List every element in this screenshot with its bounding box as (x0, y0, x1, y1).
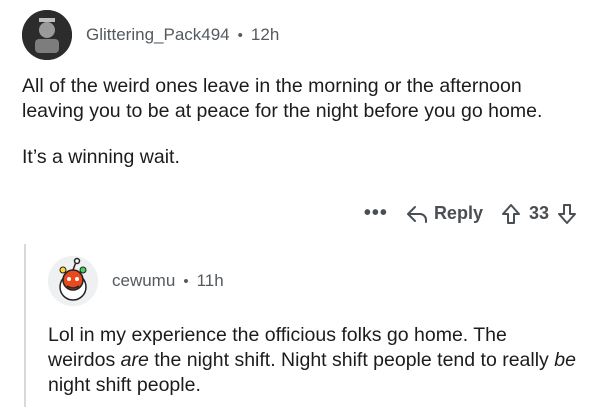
reply-emphasis: are (120, 349, 149, 371)
reply-button[interactable]: Reply (406, 203, 483, 224)
comment-paragraph: All of the weird ones leave in the morni… (22, 75, 543, 122)
separator-dot: • (183, 272, 189, 290)
reply-arrow-icon (406, 205, 427, 223)
separator-dot: • (237, 26, 243, 44)
username[interactable]: Glittering_Pack494 (86, 25, 230, 45)
downvote-arrow-icon[interactable] (557, 203, 577, 225)
reply-text: night shift people. (48, 374, 201, 396)
reply-emphasis: be (554, 349, 576, 371)
reply-label: Reply (433, 203, 483, 223)
avatar[interactable] (22, 10, 72, 60)
timestamp: 11h (196, 271, 224, 290)
comment-paragraph: It’s a winning wait. (22, 146, 180, 168)
reply-paragraph: Lol in my experience the officious folks… (48, 323, 578, 398)
avatar[interactable] (48, 256, 98, 306)
upvote-arrow-icon[interactable] (501, 203, 521, 225)
user-avatar-image-icon (22, 10, 72, 60)
reply-meta: cewumu • 11h (112, 271, 224, 291)
comment-meta: Glittering_Pack494 • 12h (86, 25, 279, 45)
username[interactable]: cewumu (112, 271, 175, 291)
snoo-avatar-icon (48, 256, 98, 306)
comment-body: All of the weird ones leave in the morni… (22, 74, 582, 191)
vote-count: 33 (528, 203, 549, 223)
comment-actions: ••• Reply 33 (364, 202, 577, 225)
reply-body: Lol in my experience the officious folks… (48, 323, 578, 398)
reply-text: the night shift. Night shift people tend… (148, 349, 555, 371)
more-options-icon[interactable]: ••• (364, 202, 388, 225)
reply-header: cewumu • 11h (48, 256, 224, 306)
comment-header: Glittering_Pack494 • 12h (22, 10, 279, 60)
timestamp: 12h (250, 25, 280, 44)
vote-controls: 33 (501, 203, 577, 225)
thread-line[interactable] (24, 244, 26, 407)
